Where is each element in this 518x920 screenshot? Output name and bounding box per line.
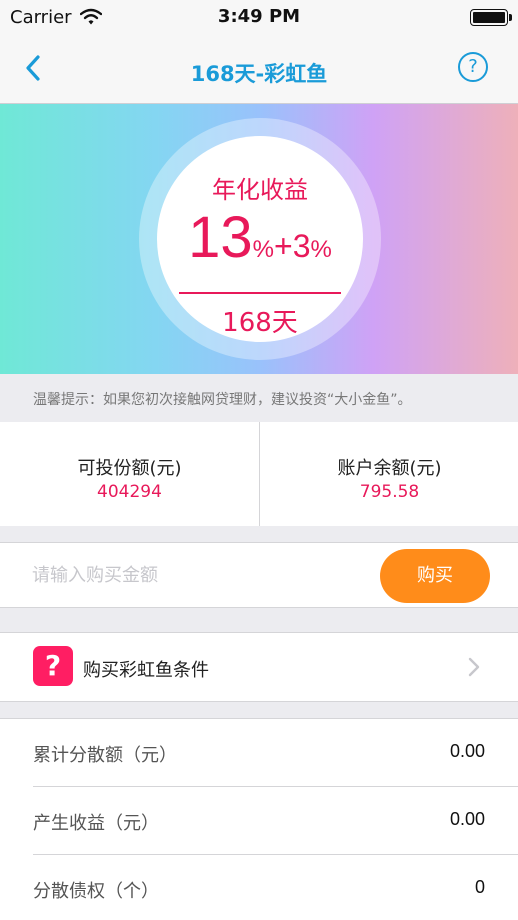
annual-yield-label: 年化收益 (212, 176, 308, 204)
stat-value: 0 (474, 877, 485, 897)
stat-label: 分散债权（个） (33, 881, 159, 902)
purchase-conditions-label: 购买彩虹鱼条件 (83, 660, 209, 681)
investable-amount: 可投份额(元) 404294 (0, 422, 259, 526)
balance-label: 账户余额(元) (337, 458, 442, 479)
purchase-conditions-row[interactable]: ? 购买彩虹鱼条件 (0, 632, 518, 702)
rate-main: 13 (188, 205, 253, 270)
rate-unit: % (252, 236, 275, 263)
navigation-bar: 168天-彩虹鱼 ? (0, 36, 518, 104)
yield-banner: 年化收益 13%+3% 168天 (0, 104, 518, 374)
battery-icon (470, 9, 512, 26)
stat-label: 产生收益（元） (33, 813, 159, 834)
tip-bar: 温馨提示：如果您初次接触网贷理财，建议投资“大小金鱼”。 (0, 374, 518, 422)
stat-row-total-diversified: 累计分散额（元） 0.00 (0, 719, 518, 787)
help-button[interactable]: ? (458, 52, 488, 82)
balance-value: 795.58 (359, 482, 420, 502)
investable-value: 404294 (97, 482, 162, 502)
stat-row-diversified-claims: 分散债权（个） 0 (0, 855, 518, 920)
investable-label: 可投份额(元) (77, 458, 182, 479)
stat-row-earned-income: 产生收益（元） 0.00 (0, 787, 518, 855)
screen: Carrier 3:49 PM 168天-彩虹鱼 ? 年化收益 13%+3% 1… (0, 0, 518, 920)
divider-line (179, 292, 341, 294)
account-balance: 账户余额(元) 795.58 (259, 422, 518, 526)
stat-label: 累计分散额（元） (33, 745, 177, 766)
rate-extra: +3 (274, 228, 311, 264)
clock: 3:49 PM (217, 6, 301, 27)
annual-yield-rate: 13%+3% (157, 204, 363, 271)
status-bar: Carrier 3:49 PM (0, 0, 518, 36)
page-title: 168天-彩虹鱼 (190, 62, 328, 86)
yield-disc: 年化收益 13%+3% 168天 (157, 136, 363, 342)
buy-button[interactable]: 购买 (380, 549, 490, 603)
tip-text: 温馨提示：如果您初次接触网贷理财，建议投资“大小金鱼”。 (33, 392, 412, 408)
stats-list: 累计分散额（元） 0.00 产生收益（元） 0.00 分散债权（个） 0 (0, 718, 518, 920)
stat-value: 0.00 (449, 809, 485, 829)
chevron-right-icon (468, 657, 480, 677)
question-icon: ? (33, 646, 73, 686)
buy-row: 购买 (0, 542, 518, 608)
top-bar: Carrier 3:49 PM 168天-彩虹鱼 ? (0, 0, 518, 104)
purchase-amount-input[interactable] (20, 553, 360, 597)
stat-value: 0.00 (449, 741, 485, 761)
amounts-panel: 可投份额(元) 404294 账户余额(元) 795.58 (0, 422, 518, 526)
rate-extra-unit: % (310, 236, 332, 263)
term-label: 168天 (222, 308, 298, 338)
